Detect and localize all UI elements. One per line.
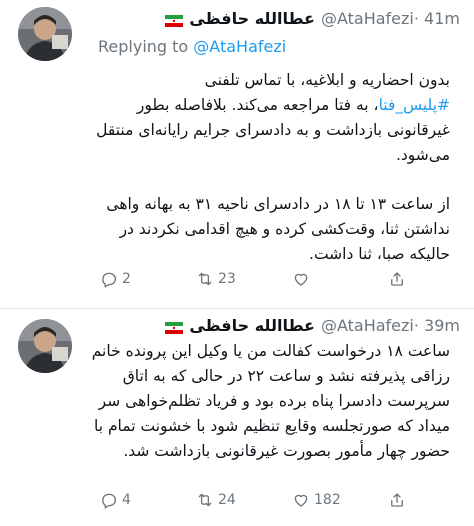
iran-flag-icon	[165, 12, 184, 27]
reply-count: 2	[122, 271, 131, 287]
tweet[interactable]: عطاالله حافظی @AtaHafezi · 41m Replying …	[0, 0, 474, 309]
reply-button[interactable]: 2	[100, 270, 196, 288]
reply-icon	[102, 493, 117, 509]
timestamp[interactable]: · 41m	[414, 9, 460, 28]
tweet-header: عطاالله حافظی @AtaHafezi · 41m	[165, 6, 460, 30]
retweet-icon	[198, 272, 212, 286]
replying-to-mention[interactable]: @AtaHafezi	[193, 37, 286, 56]
retweet-button[interactable]: 23	[196, 270, 292, 288]
share-button[interactable]	[388, 270, 474, 288]
reply-button[interactable]: 4	[100, 491, 196, 509]
tweet-paragraph: بدون احضاریه و ابلاغیه، با تماس تلفنی #پل…	[90, 68, 450, 168]
iran-flag-icon	[165, 319, 184, 334]
timestamp[interactable]: · 39m	[414, 316, 460, 335]
tweet-actions: 4 24 182	[100, 488, 474, 512]
retweet-count: 23	[218, 271, 236, 287]
replying-to-prefix: Replying to	[98, 37, 194, 56]
retweet-icon	[198, 493, 212, 507]
like-icon	[294, 273, 308, 286]
handle[interactable]: @AtaHafezi	[321, 9, 414, 28]
tweet-header: عطاالله حافظی @AtaHafezi · 39m	[165, 313, 460, 337]
reply-count: 4	[122, 492, 131, 508]
like-count: 182	[314, 492, 341, 508]
handle[interactable]: @AtaHafezi	[321, 316, 414, 335]
retweet-count: 24	[218, 492, 236, 508]
avatar[interactable]	[18, 7, 72, 61]
replying-to: Replying to @AtaHafezi	[98, 37, 286, 56]
tweet[interactable]: ساعت ۱۸ درخواست کفالت من یا وکیل این پرو…	[0, 309, 474, 526]
retweet-button[interactable]: 24	[196, 491, 292, 509]
hashtag-link[interactable]: #پلیس_فتا	[379, 96, 450, 114]
avatar[interactable]	[18, 319, 72, 373]
like-icon	[294, 494, 308, 507]
share-icon	[391, 272, 403, 286]
share-button[interactable]	[388, 491, 474, 509]
share-icon	[391, 493, 403, 507]
tweet-paragraph: از ساعت ۱۳ تا ۱۸ در دادسرای ناحیه ۳۱ به …	[106, 195, 450, 263]
display-name[interactable]: عطاالله حافظی	[189, 9, 315, 28]
tweet-actions: 2 23	[100, 267, 474, 291]
display-name[interactable]: عطاالله حافظی	[189, 316, 315, 335]
reply-icon	[102, 272, 117, 288]
like-button[interactable]: 182	[292, 491, 388, 509]
like-button[interactable]	[292, 270, 388, 288]
tweet-text: ساعت ۱۸ درخواست کفالت من یا وکیل این پرو…	[90, 339, 450, 464]
tweet-paragraph: ساعت ۱۸ درخواست کفالت من یا وکیل این پرو…	[91, 342, 450, 460]
tweet-text-line: بدون احضاریه و ابلاغیه، با تماس تلفنی	[204, 71, 450, 89]
tweet-text: بدون احضاریه و ابلاغیه، با تماس تلفنی #پل…	[90, 68, 450, 267]
